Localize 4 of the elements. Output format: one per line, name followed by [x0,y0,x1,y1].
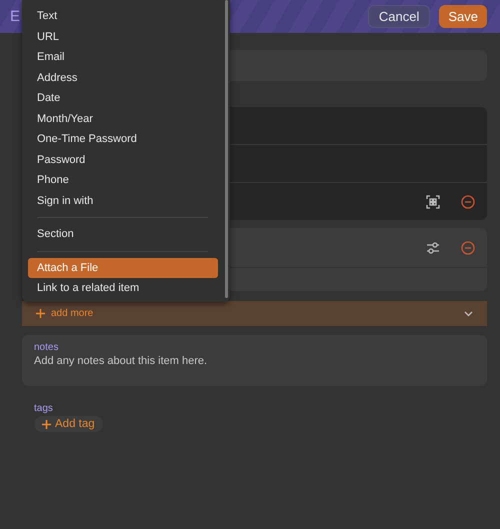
window-title: E [10,8,20,25]
notes-label: notes [34,342,58,353]
notes-placeholder: Add any notes about this item here. [34,355,208,367]
tags-label: tags [34,403,53,414]
